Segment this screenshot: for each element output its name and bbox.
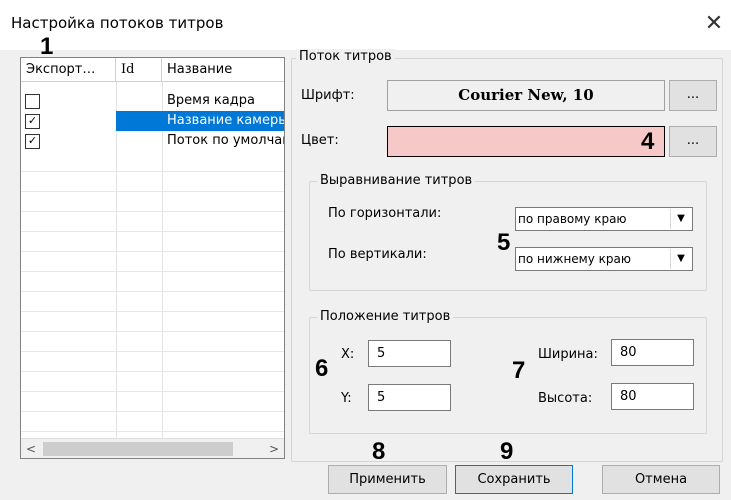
close-icon[interactable]: ✕ — [700, 10, 728, 38]
horizontal-label: По горизонтали: — [328, 206, 442, 221]
stream-group-title: Поток титров — [296, 49, 395, 64]
row-id — [119, 111, 159, 131]
row-name: Время кадра — [167, 93, 255, 108]
row-divider — [21, 191, 284, 192]
width-input[interactable]: 80 — [611, 339, 694, 366]
color-label: Цвет: — [301, 133, 339, 148]
font-display: Courier New, 10 — [387, 80, 665, 111]
row-divider — [21, 391, 284, 392]
row-divider — [21, 371, 284, 372]
save-button[interactable]: Сохранить — [455, 465, 573, 494]
window-title: Настройка потоков титров — [11, 14, 224, 32]
color-browse-button[interactable]: ... — [669, 126, 717, 157]
y-label: Y: — [341, 391, 352, 406]
list-item-selected[interactable]: ✓ Название камеры — [21, 111, 284, 131]
row-divider — [21, 251, 284, 252]
row-name: Поток по умолчанию — [167, 133, 284, 148]
height-input[interactable]: 80 — [611, 383, 694, 410]
y-input[interactable]: 5 — [368, 384, 451, 411]
row-divider — [21, 411, 284, 412]
marker-4: 4 — [641, 128, 655, 155]
row-divider — [21, 351, 284, 352]
row-divider — [21, 171, 284, 172]
vertical-label: По вертикали: — [328, 247, 427, 262]
height-label: Высота: — [538, 391, 593, 406]
horizontal-align-select[interactable]: по правому краю ▼ — [515, 207, 693, 231]
row-id — [119, 131, 159, 151]
row-divider — [21, 211, 284, 212]
scroll-thumb[interactable] — [43, 442, 233, 456]
scroll-right-icon[interactable]: > — [264, 439, 284, 458]
font-browse-button[interactable]: ... — [669, 80, 717, 111]
export-checkbox[interactable]: ✓ — [25, 134, 40, 149]
position-group-title: Положение титров — [317, 309, 454, 324]
alignment-group — [309, 181, 707, 291]
horizontal-scrollbar[interactable]: < > — [21, 438, 284, 458]
scroll-left-icon[interactable]: < — [21, 439, 41, 458]
list-item[interactable]: Время кадра — [21, 91, 284, 111]
vertical-align-value: по нижнему краю — [518, 252, 631, 266]
row-divider — [21, 331, 284, 332]
alignment-group-title: Выравнивание титров — [317, 173, 476, 188]
row-id — [119, 91, 159, 111]
row-name: Название камеры — [167, 113, 284, 128]
column-id[interactable]: Id — [116, 58, 162, 82]
row-divider — [21, 311, 284, 312]
list-item[interactable]: ✓ Поток по умолчанию — [21, 131, 284, 151]
apply-button[interactable]: Применить — [328, 465, 447, 494]
streams-list[interactable]: Экспорт… Id Название Время кадра ✓ Назва… — [20, 57, 285, 459]
row-divider — [21, 231, 284, 232]
column-export[interactable]: Экспорт… — [21, 58, 116, 82]
export-checkbox[interactable]: ✓ — [25, 114, 40, 129]
chevron-down-icon[interactable]: ▼ — [670, 249, 691, 269]
export-checkbox[interactable] — [25, 94, 40, 109]
x-label: X: — [341, 347, 355, 362]
horizontal-align-value: по правому краю — [518, 212, 627, 226]
vertical-align-select[interactable]: по нижнему краю ▼ — [515, 247, 693, 271]
row-divider — [21, 431, 284, 432]
row-divider — [21, 291, 284, 292]
row-divider — [21, 271, 284, 272]
font-label: Шрифт: — [301, 88, 355, 103]
cancel-button[interactable]: Отмена — [602, 465, 720, 494]
chevron-down-icon[interactable]: ▼ — [670, 209, 691, 229]
width-label: Ширина: — [538, 347, 598, 362]
color-swatch — [387, 126, 665, 157]
column-name[interactable]: Название — [162, 58, 284, 82]
position-group — [309, 317, 707, 434]
x-input[interactable]: 5 — [368, 340, 451, 367]
